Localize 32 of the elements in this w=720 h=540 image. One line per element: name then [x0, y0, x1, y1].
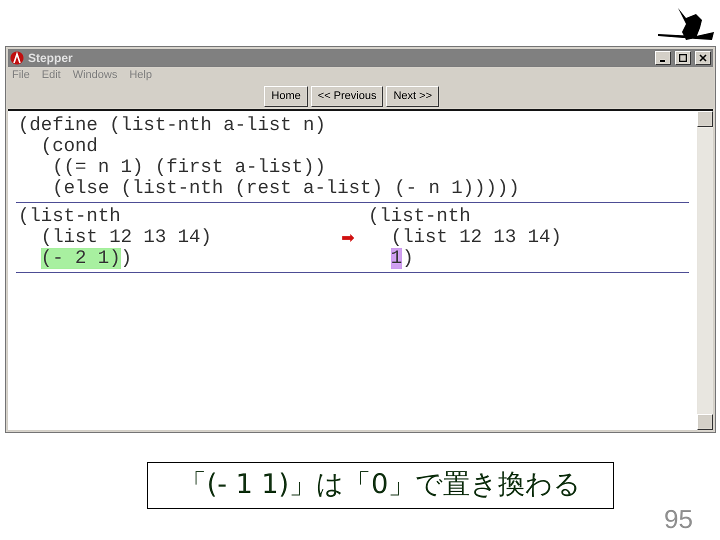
- app-logo-icon: [10, 51, 24, 65]
- code-text: ((= n 1) (first a-list)): [51, 157, 326, 178]
- maximize-icon: [679, 54, 687, 62]
- menu-item[interactable]: Help: [129, 66, 152, 84]
- maximize-button[interactable]: [675, 51, 691, 65]
- scroll-down-button[interactable]: [697, 414, 713, 430]
- window-title: Stepper: [28, 50, 73, 67]
- code-text: (define (list-nth a-list n): [18, 115, 326, 136]
- code-text: (list-nth: [368, 206, 472, 227]
- code-text: ): [120, 248, 132, 269]
- highlighted-code: (- 2 1): [40, 248, 121, 269]
- vertical-scrollbar[interactable]: [697, 111, 713, 430]
- close-icon: [699, 54, 707, 62]
- page-number: 95: [664, 503, 693, 536]
- code-text: (list-nth: [18, 206, 122, 227]
- code-text: (else (list-nth (rest a-list) (- n 1))))): [51, 178, 520, 199]
- code-text: (list 12 13 14): [40, 227, 212, 248]
- toolbar-button[interactable]: Next >>: [386, 86, 439, 107]
- code-text: ): [402, 248, 414, 269]
- highlighted-code: 1: [390, 248, 402, 269]
- menu-item[interactable]: File: [12, 66, 30, 84]
- toolbar-button[interactable]: << Previous: [310, 86, 384, 107]
- toolbar-button[interactable]: Home: [264, 86, 308, 107]
- menu-item[interactable]: Windows: [72, 66, 118, 84]
- code-text: (cond: [40, 136, 98, 157]
- step-arrow: ➡: [341, 227, 355, 248]
- code-text: (list 12 13 14): [390, 227, 562, 248]
- minimize-button[interactable]: [655, 51, 671, 65]
- close-button[interactable]: [695, 51, 711, 65]
- caption: 「(- 1 1)」は「0」で置き換わる: [180, 468, 582, 502]
- scroll-up-button[interactable]: [697, 111, 713, 127]
- menu-item[interactable]: Edit: [42, 66, 61, 84]
